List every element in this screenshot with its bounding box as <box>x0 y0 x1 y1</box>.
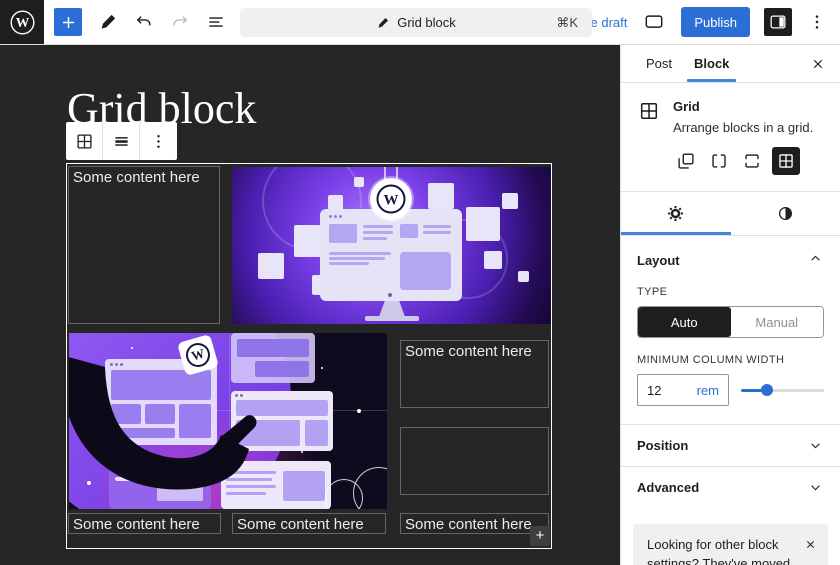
grid-icon <box>637 99 661 123</box>
tools-button[interactable] <box>92 6 124 38</box>
position-section[interactable]: Position <box>621 424 840 466</box>
layout-panel-collapse-button[interactable] <box>807 250 824 270</box>
tab-settings[interactable] <box>621 192 731 235</box>
min-column-width-slider[interactable] <box>741 374 824 406</box>
slider-handle[interactable] <box>761 384 773 396</box>
settings-sidebar-toggle[interactable] <box>764 8 792 36</box>
close-icon <box>809 55 827 73</box>
paragraph-block[interactable]: Some content here <box>68 166 220 324</box>
inspector-tabs <box>621 192 840 236</box>
block-variations <box>673 147 813 175</box>
svg-text:W: W <box>15 15 29 30</box>
options-menu-button[interactable] <box>806 6 828 38</box>
tab-post[interactable]: Post <box>635 45 683 82</box>
layout-panel: Layout TYPE Auto Manual MINIMUM COLUMN W… <box>621 236 840 424</box>
chevron-down-icon <box>807 437 824 454</box>
min-column-width-value: 12 <box>647 383 661 398</box>
close-icon <box>803 537 818 552</box>
list-view-button[interactable] <box>200 6 232 38</box>
notice-text: Looking for other block settings? They'v… <box>647 537 790 565</box>
unit-select-button[interactable]: rem <box>697 383 719 398</box>
variation-row-button[interactable] <box>706 148 732 174</box>
stack-icon <box>741 150 763 172</box>
layout-type-control: Auto Manual <box>637 306 824 338</box>
settings-sidebar: Post Block Grid Arrange blocks in a grid… <box>620 45 840 565</box>
vertical-ellipsis-icon <box>807 12 827 32</box>
pen-icon <box>376 16 390 30</box>
layout-type-manual[interactable]: Manual <box>731 307 824 337</box>
advanced-label: Advanced <box>637 480 699 495</box>
position-label: Position <box>637 438 688 453</box>
tab-block[interactable]: Block <box>683 45 740 82</box>
grid-icon <box>74 131 95 152</box>
editor-top-bar: W Grid block ⌘K Save draft Publish <box>0 0 840 45</box>
grid-icon <box>776 151 796 171</box>
redo-icon <box>170 12 190 32</box>
close-sidebar-button[interactable] <box>800 45 836 82</box>
preview-icon <box>643 11 665 33</box>
block-appender-button[interactable]: + <box>530 526 550 546</box>
wordpress-logo-icon: W <box>9 9 36 36</box>
tab-styles[interactable] <box>731 192 840 235</box>
undo-button[interactable] <box>128 6 160 38</box>
monitor-shape <box>320 209 462 301</box>
empty-paragraph-block[interactable] <box>400 427 549 495</box>
wordpress-badge: W <box>370 178 412 220</box>
vertical-ellipsis-icon <box>148 131 169 152</box>
undo-icon <box>134 12 154 32</box>
block-description: Arrange blocks in a grid. <box>673 119 813 137</box>
row-icon <box>708 150 730 172</box>
chevron-up-icon <box>807 250 824 267</box>
variation-stack-button[interactable] <box>739 148 765 174</box>
command-shortcut: ⌘K <box>556 15 578 31</box>
svg-text:W: W <box>384 193 399 209</box>
styles-moved-notice: Looking for other block settings? They'v… <box>633 524 828 565</box>
min-column-width-input[interactable]: 12 rem <box>637 374 729 406</box>
publish-button[interactable]: Publish <box>681 7 750 37</box>
styles-half-circle-icon <box>776 204 795 223</box>
image-block-monitor-illustration[interactable]: W <box>232 167 551 324</box>
block-title: Grid <box>673 99 813 114</box>
variation-grid-button[interactable] <box>772 147 800 175</box>
plus-icon <box>59 13 78 32</box>
pencil-icon <box>98 12 118 32</box>
image-block-hand-illustration[interactable]: W <box>69 333 387 509</box>
paragraph-block[interactable]: Some content here <box>68 513 221 534</box>
group-icon <box>675 150 697 172</box>
align-button[interactable] <box>103 122 140 160</box>
layout-type-auto[interactable]: Auto <box>638 307 731 337</box>
block-options-button[interactable] <box>140 122 177 160</box>
min-column-width-label: MINIMUM COLUMN WIDTH <box>637 354 824 366</box>
gear-icon <box>666 204 685 223</box>
align-lines-icon <box>111 131 132 152</box>
list-view-icon <box>206 12 226 32</box>
monitor-stand <box>379 301 405 317</box>
paragraph-block[interactable]: Some content here <box>232 513 386 534</box>
variation-group-button[interactable] <box>673 148 699 174</box>
editor-canvas: Grid block Some content here <box>0 45 620 565</box>
block-type-button[interactable] <box>66 122 103 160</box>
monitor-base <box>365 316 419 321</box>
command-center-bar[interactable]: Grid block ⌘K <box>240 8 592 37</box>
sidebar-panel-icon <box>768 12 788 32</box>
advanced-section[interactable]: Advanced <box>621 466 840 508</box>
redo-button[interactable] <box>164 6 196 38</box>
type-label: TYPE <box>637 286 824 298</box>
dismiss-notice-button[interactable] <box>798 532 822 556</box>
preview-button[interactable] <box>641 6 667 38</box>
grid-block-container[interactable]: Some content here <box>66 163 552 549</box>
layout-panel-title: Layout <box>637 253 680 268</box>
document-title: Grid block <box>397 15 456 30</box>
paragraph-block[interactable]: Some content here <box>400 340 549 408</box>
block-toolbar <box>66 122 177 160</box>
paragraph-block[interactable]: Some content here <box>400 513 549 534</box>
chevron-down-icon <box>807 479 824 496</box>
block-card: Grid Arrange blocks in a grid. <box>621 83 840 192</box>
block-inserter-button[interactable] <box>54 8 82 36</box>
wordpress-logo[interactable]: W <box>0 0 44 44</box>
